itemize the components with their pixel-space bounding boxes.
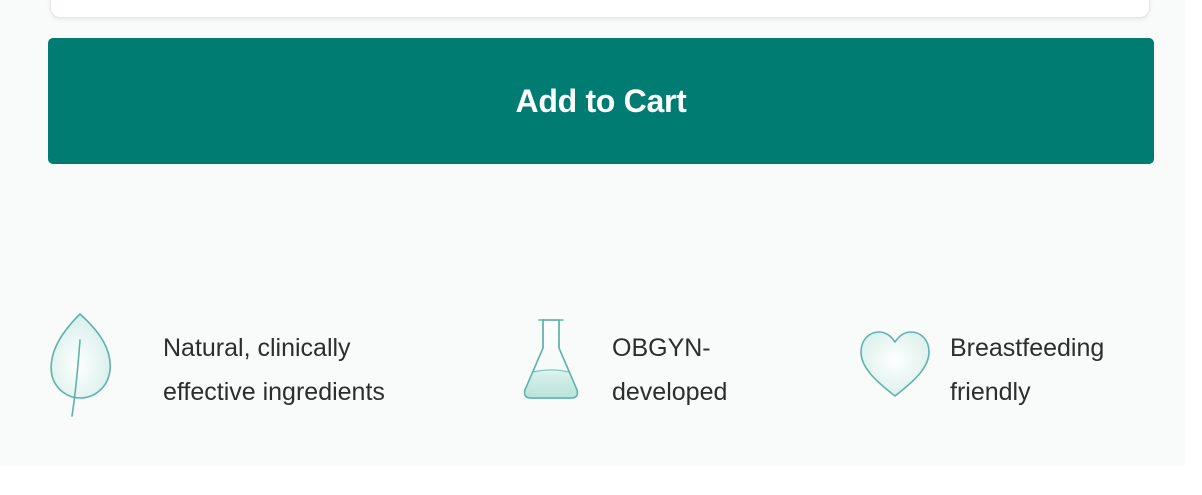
- feature-line-1: Natural, clinically: [163, 334, 351, 362]
- feature-obgyn-developed: OBGYN- developed: [515, 310, 775, 420]
- feature-line-2: friendly: [950, 378, 1031, 406]
- product-purchase-section: Add to Cart Natural, clinically effectiv…: [0, 0, 1202, 495]
- feature-line-1: OBGYN-: [612, 334, 711, 362]
- add-to-cart-button[interactable]: Add to Cart: [48, 38, 1154, 164]
- page-margin-right: [1185, 0, 1202, 495]
- feature-line-2: developed: [612, 378, 728, 406]
- feature-text: Natural, clinically effective ingredient…: [163, 326, 385, 414]
- feature-text: Breastfeeding friendly: [950, 326, 1104, 414]
- heart-icon: [860, 331, 930, 397]
- leaf-icon: [50, 312, 111, 417]
- quantity-selector-card[interactable]: [50, 0, 1150, 18]
- feature-line-1: Breastfeeding: [950, 334, 1105, 362]
- flask-icon: [523, 319, 579, 399]
- feature-natural-ingredients: Natural, clinically effective ingredient…: [44, 310, 464, 420]
- feature-line-2: effective ingredients: [163, 378, 385, 406]
- feature-breastfeeding-friendly: Breastfeeding friendly: [855, 310, 1155, 420]
- page-margin-bottom: [0, 466, 1202, 495]
- feature-text: OBGYN- developed: [612, 326, 727, 414]
